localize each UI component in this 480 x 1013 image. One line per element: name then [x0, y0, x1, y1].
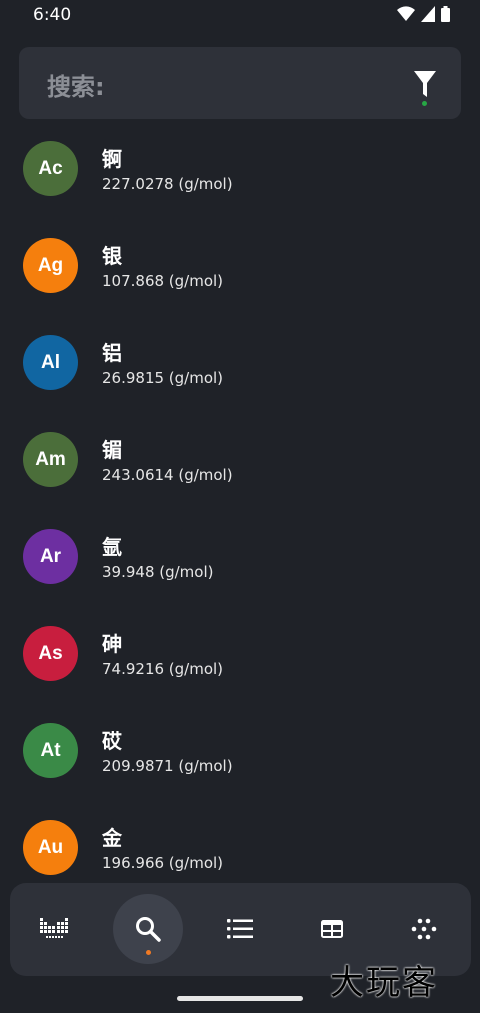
element-avatar: Au: [23, 820, 78, 875]
element-name: 砹: [102, 729, 122, 753]
element-avatar: Ac: [23, 141, 78, 196]
element-mass: 26.9815 (g/mol): [102, 369, 224, 387]
search-bar[interactable]: 搜索:: [19, 47, 461, 119]
element-name: 镅: [102, 438, 122, 462]
battery-icon: [441, 6, 450, 22]
element-name: 金: [102, 826, 122, 850]
watermark: 大玩客: [330, 963, 438, 1003]
dots-grid-icon: [411, 918, 437, 940]
search-input[interactable]: 搜索:: [47, 67, 105, 102]
signal-icon: [421, 6, 435, 22]
search-icon: [136, 917, 161, 942]
list-item[interactable]: Am 镅 243.0614 (g/mol): [0, 411, 480, 508]
nav-periodic-table[interactable]: [19, 894, 89, 964]
gesture-bar[interactable]: [177, 996, 303, 1001]
list-item[interactable]: Ac 锕 227.0278 (g/mol): [0, 120, 480, 217]
element-avatar: Ag: [23, 238, 78, 293]
element-mass: 107.868 (g/mol): [102, 272, 224, 290]
filter-icon[interactable]: [414, 71, 436, 103]
element-mass: 243.0614 (g/mol): [102, 466, 233, 484]
element-name: 银: [102, 244, 122, 268]
element-name: 锕: [102, 147, 122, 171]
list-icon: [227, 919, 253, 939]
element-name: 砷: [102, 632, 122, 656]
element-mass: 196.966 (g/mol): [102, 854, 224, 872]
element-mass: 74.9216 (g/mol): [102, 660, 224, 678]
list-item[interactable]: As 砷 74.9216 (g/mol): [0, 605, 480, 702]
filter-active-dot: [422, 101, 427, 106]
element-avatar: Am: [23, 432, 78, 487]
nav-more[interactable]: [389, 894, 459, 964]
list-item[interactable]: Al 铝 26.9815 (g/mol): [0, 314, 480, 411]
periodic-table-icon: [40, 918, 68, 938]
list-item[interactable]: At 砹 209.9871 (g/mol): [0, 702, 480, 799]
nav-table[interactable]: [297, 894, 367, 964]
nav-search[interactable]: [113, 894, 183, 964]
list-item[interactable]: Ar 氩 39.948 (g/mol): [0, 508, 480, 605]
element-avatar: Ar: [23, 529, 78, 584]
element-mass: 227.0278 (g/mol): [102, 175, 233, 193]
status-bar: 6:40: [0, 0, 480, 30]
element-name: 铝: [102, 341, 122, 365]
status-icons: [397, 6, 450, 22]
active-indicator-dot: [146, 950, 151, 955]
element-avatar: Al: [23, 335, 78, 390]
element-avatar: As: [23, 626, 78, 681]
list-item[interactable]: Au 金 196.966 (g/mol): [0, 799, 480, 896]
nav-list[interactable]: [205, 894, 275, 964]
element-name: 氩: [102, 535, 122, 559]
element-mass: 209.9871 (g/mol): [102, 757, 233, 775]
element-avatar: At: [23, 723, 78, 778]
wifi-icon: [397, 6, 415, 22]
list-item[interactable]: Ag 银 107.868 (g/mol): [0, 217, 480, 314]
status-time: 6:40: [33, 5, 72, 25]
element-mass: 39.948 (g/mol): [102, 563, 214, 581]
table-icon: [321, 920, 343, 938]
